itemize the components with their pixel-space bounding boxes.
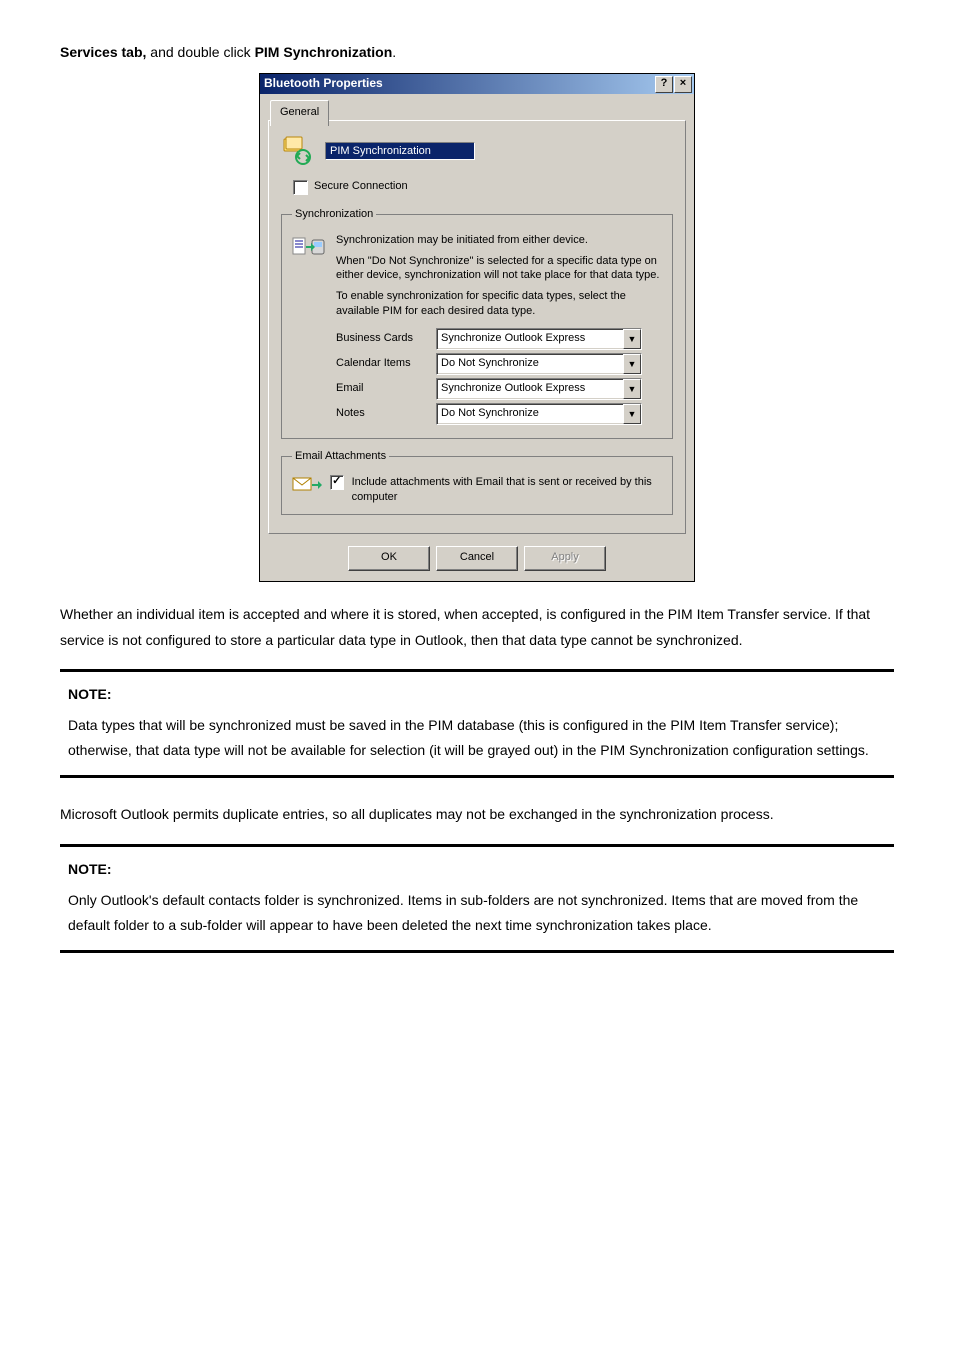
synchronization-group: Synchronization: [281, 205, 673, 439]
select-calendar-items[interactable]: Do Not Synchronize ▼: [436, 353, 642, 375]
note-box-2: NOTE: Only Outlook's default contacts fo…: [60, 844, 894, 954]
secure-connection-checkbox[interactable]: [293, 180, 308, 195]
sync-description: Synchronization may be initiated from ei…: [336, 233, 662, 325]
help-button[interactable]: ?: [655, 76, 673, 93]
note-body-1: Data types that will be synchronized mus…: [68, 713, 886, 763]
chevron-down-icon: ▼: [623, 329, 641, 349]
titlebar: Bluetooth Properties ? ×: [260, 74, 694, 94]
sync-line-1: Synchronization may be initiated from ei…: [336, 233, 662, 248]
synchronization-legend: Synchronization: [292, 205, 376, 225]
tab-panel-general: Secure Connection Synchronization: [268, 120, 686, 534]
cancel-button[interactable]: Cancel: [436, 546, 518, 571]
ok-button[interactable]: OK: [348, 546, 430, 571]
dialog-title: Bluetooth Properties: [264, 73, 383, 95]
label-notes: Notes: [292, 404, 436, 424]
intro-bold-2: PIM Synchronization: [255, 44, 393, 60]
select-business-cards[interactable]: Synchronize Outlook Express ▼: [436, 328, 642, 350]
service-name-input[interactable]: [325, 142, 475, 160]
secure-connection-label: Secure Connection: [314, 177, 408, 197]
note-heading-1: NOTE:: [68, 682, 886, 707]
tab-general[interactable]: General: [270, 100, 329, 126]
intro-bold-1: Services tab,: [60, 44, 146, 60]
sync-devices-icon: [292, 233, 326, 325]
email-attachments-group: Email Attachments Include attachments wi…: [281, 447, 673, 515]
include-attachments-checkbox[interactable]: [330, 475, 344, 490]
intro-mid: and double click: [146, 44, 254, 60]
pim-sync-icon: [281, 135, 313, 167]
label-calendar-items: Calendar Items: [292, 354, 436, 374]
select-calendar-items-value: Do Not Synchronize: [441, 354, 539, 374]
sync-line-3: To enable synchronization for specific d…: [336, 289, 662, 319]
envelope-arrow-icon: [292, 475, 322, 503]
chevron-down-icon: ▼: [623, 379, 641, 399]
bluetooth-properties-dialog: Bluetooth Properties ? × General: [259, 73, 695, 582]
close-button[interactable]: ×: [674, 76, 692, 93]
doc-para-1: Whether an individual item is accepted a…: [60, 602, 894, 652]
select-notes[interactable]: Do Not Synchronize ▼: [436, 403, 642, 425]
label-business-cards: Business Cards: [292, 329, 436, 349]
apply-button: Apply: [524, 546, 606, 571]
include-attachments-label: Include attachments with Email that is s…: [352, 475, 662, 505]
sync-line-2: When "Do Not Synchronize" is selected fo…: [336, 254, 662, 284]
chevron-down-icon: ▼: [623, 354, 641, 374]
note-heading-2: NOTE:: [68, 857, 886, 882]
select-business-cards-value: Synchronize Outlook Express: [441, 329, 585, 349]
intro-suffix: .: [392, 44, 396, 60]
note-body-2: Only Outlook's default contacts folder i…: [68, 888, 886, 938]
select-email-value: Synchronize Outlook Express: [441, 379, 585, 399]
note-box-1: NOTE: Data types that will be synchroniz…: [60, 669, 894, 779]
select-email[interactable]: Synchronize Outlook Express ▼: [436, 378, 642, 400]
select-notes-value: Do Not Synchronize: [441, 404, 539, 424]
doc-para-2: Microsoft Outlook permits duplicate entr…: [60, 802, 894, 827]
intro-line: Services tab, and double click PIM Synch…: [60, 40, 894, 65]
label-email: Email: [292, 379, 436, 399]
email-attachments-legend: Email Attachments: [292, 447, 389, 467]
tab-strip: General: [268, 100, 686, 121]
chevron-down-icon: ▼: [623, 404, 641, 424]
